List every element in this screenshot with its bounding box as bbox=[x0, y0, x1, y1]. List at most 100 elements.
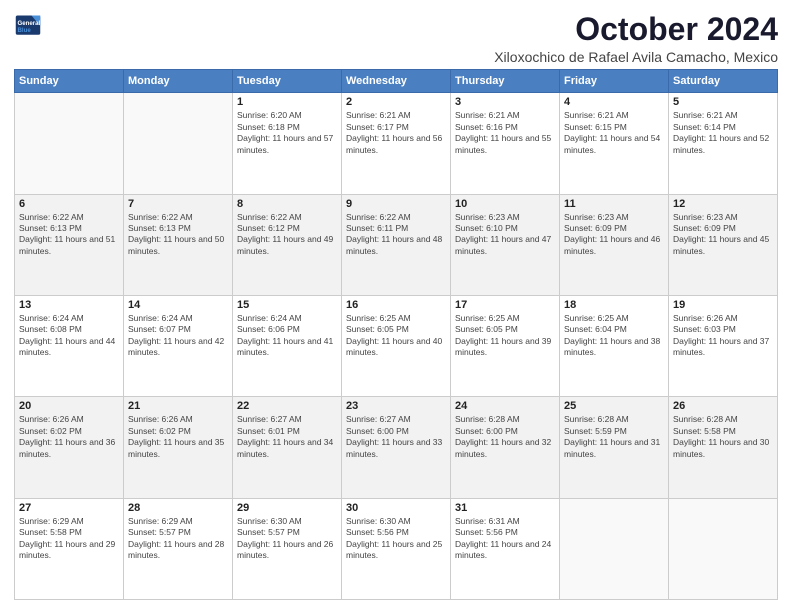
table-row: 14 Sunrise: 6:24 AMSunset: 6:07 PMDayligh… bbox=[124, 295, 233, 396]
location-title: Xiloxochico de Rafael Avila Camacho, Mex… bbox=[494, 49, 778, 65]
day-info: Sunrise: 6:22 AMSunset: 6:13 PMDaylight:… bbox=[19, 212, 119, 258]
table-row bbox=[669, 498, 778, 599]
day-info: Sunrise: 6:20 AMSunset: 6:18 PMDaylight:… bbox=[237, 110, 337, 156]
calendar-week-row: 1 Sunrise: 6:20 AMSunset: 6:18 PMDaylight… bbox=[15, 93, 778, 194]
table-row: 15Sunrise: 6:24 AMSunset: 6:06 PMDayligh… bbox=[233, 295, 342, 396]
table-row: 8 Sunrise: 6:22 AMSunset: 6:12 PMDaylight… bbox=[233, 194, 342, 295]
title-block: October 2024 Xiloxochico de Rafael Avila… bbox=[494, 12, 778, 65]
table-row: 16 Sunrise: 6:25 AMSunset: 6:05 PMDayligh… bbox=[342, 295, 451, 396]
day-number: 24 bbox=[455, 400, 555, 412]
table-row: 17 Sunrise: 6:25 AMSunset: 6:05 PMDayligh… bbox=[451, 295, 560, 396]
calendar-week-row: 13Sunrise: 6:24 AMSunset: 6:08 PMDayligh… bbox=[15, 295, 778, 396]
table-row: 21 Sunrise: 6:26 AMSunset: 6:02 PMDayligh… bbox=[124, 397, 233, 498]
day-info: Sunrise: 6:24 AMSunset: 6:07 PMDaylight:… bbox=[128, 313, 228, 359]
day-info: Sunrise: 6:21 AMSunset: 6:15 PMDaylight:… bbox=[564, 110, 664, 156]
day-info: Sunrise: 6:22 AMSunset: 6:12 PMDaylight:… bbox=[237, 212, 337, 258]
day-info: Sunrise: 6:22 AMSunset: 6:13 PMDaylight:… bbox=[128, 212, 228, 258]
calendar-table: Sunday Monday Tuesday Wednesday Thursday… bbox=[14, 69, 778, 600]
day-number: 7 bbox=[128, 198, 228, 210]
table-row: 30 Sunrise: 6:30 AMSunset: 5:56 PMDayligh… bbox=[342, 498, 451, 599]
table-row: 27Sunrise: 6:29 AMSunset: 5:58 PMDayligh… bbox=[15, 498, 124, 599]
col-sunday: Sunday bbox=[15, 70, 124, 93]
day-info: Sunrise: 6:28 AMSunset: 5:58 PMDaylight:… bbox=[673, 414, 773, 460]
day-info: Sunrise: 6:25 AMSunset: 6:05 PMDaylight:… bbox=[455, 313, 555, 359]
table-row: 9 Sunrise: 6:22 AMSunset: 6:11 PMDaylight… bbox=[342, 194, 451, 295]
calendar-week-row: 20 Sunrise: 6:26 AMSunset: 6:02 PMDayligh… bbox=[15, 397, 778, 498]
table-row: 20 Sunrise: 6:26 AMSunset: 6:02 PMDayligh… bbox=[15, 397, 124, 498]
day-number: 29 bbox=[237, 502, 337, 514]
day-number: 21 bbox=[128, 400, 228, 412]
table-row bbox=[124, 93, 233, 194]
logo: General Blue bbox=[14, 12, 42, 40]
table-row: 5 Sunrise: 6:21 AMSunset: 6:14 PMDaylight… bbox=[669, 93, 778, 194]
day-info: Sunrise: 6:26 AMSunset: 6:03 PMDaylight:… bbox=[673, 313, 773, 359]
day-info: Sunrise: 6:26 AMSunset: 6:02 PMDaylight:… bbox=[128, 414, 228, 460]
day-info: Sunrise: 6:30 AMSunset: 5:56 PMDaylight:… bbox=[346, 516, 446, 562]
table-row bbox=[15, 93, 124, 194]
table-row: 22Sunrise: 6:27 AMSunset: 6:01 PMDayligh… bbox=[233, 397, 342, 498]
day-info: Sunrise: 6:25 AMSunset: 6:04 PMDaylight:… bbox=[564, 313, 664, 359]
table-row: 18 Sunrise: 6:25 AMSunset: 6:04 PMDayligh… bbox=[560, 295, 669, 396]
day-number: 2 bbox=[346, 96, 446, 108]
day-number: 3 bbox=[455, 96, 555, 108]
day-number: 23 bbox=[346, 400, 446, 412]
table-row: 24 Sunrise: 6:28 AMSunset: 6:00 PMDayligh… bbox=[451, 397, 560, 498]
day-info: Sunrise: 6:30 AMSunset: 5:57 PMDaylight:… bbox=[237, 516, 337, 562]
table-row: 12Sunrise: 6:23 AMSunset: 6:09 PMDayligh… bbox=[669, 194, 778, 295]
table-row: 2Sunrise: 6:21 AMSunset: 6:17 PMDaylight… bbox=[342, 93, 451, 194]
day-info: Sunrise: 6:23 AMSunset: 6:09 PMDaylight:… bbox=[673, 212, 773, 258]
day-number: 4 bbox=[564, 96, 664, 108]
day-info: Sunrise: 6:31 AMSunset: 5:56 PMDaylight:… bbox=[455, 516, 555, 562]
table-row: 4 Sunrise: 6:21 AMSunset: 6:15 PMDaylight… bbox=[560, 93, 669, 194]
day-number: 8 bbox=[237, 198, 337, 210]
day-number: 20 bbox=[19, 400, 119, 412]
day-info: Sunrise: 6:28 AMSunset: 6:00 PMDaylight:… bbox=[455, 414, 555, 460]
table-row: 26 Sunrise: 6:28 AMSunset: 5:58 PMDayligh… bbox=[669, 397, 778, 498]
day-number: 1 bbox=[237, 96, 337, 108]
calendar-header-row: Sunday Monday Tuesday Wednesday Thursday… bbox=[15, 70, 778, 93]
day-info: Sunrise: 6:28 AMSunset: 5:59 PMDaylight:… bbox=[564, 414, 664, 460]
table-row: 1 Sunrise: 6:20 AMSunset: 6:18 PMDaylight… bbox=[233, 93, 342, 194]
day-number: 22 bbox=[237, 400, 337, 412]
table-row: 10Sunrise: 6:23 AMSunset: 6:10 PMDayligh… bbox=[451, 194, 560, 295]
page: General Blue October 2024 Xiloxochico de… bbox=[0, 0, 792, 612]
table-row: 6 Sunrise: 6:22 AMSunset: 6:13 PMDaylight… bbox=[15, 194, 124, 295]
table-row: 7 Sunrise: 6:22 AMSunset: 6:13 PMDaylight… bbox=[124, 194, 233, 295]
day-info: Sunrise: 6:24 AMSunset: 6:08 PMDaylight:… bbox=[19, 313, 119, 359]
day-info: Sunrise: 6:26 AMSunset: 6:02 PMDaylight:… bbox=[19, 414, 119, 460]
logo-icon: General Blue bbox=[14, 12, 42, 40]
col-saturday: Saturday bbox=[669, 70, 778, 93]
day-number: 11 bbox=[564, 198, 664, 210]
col-monday: Monday bbox=[124, 70, 233, 93]
day-number: 18 bbox=[564, 299, 664, 311]
table-row: 3Sunrise: 6:21 AMSunset: 6:16 PMDaylight… bbox=[451, 93, 560, 194]
day-number: 26 bbox=[673, 400, 773, 412]
table-row: 29 Sunrise: 6:30 AMSunset: 5:57 PMDayligh… bbox=[233, 498, 342, 599]
day-number: 25 bbox=[564, 400, 664, 412]
col-tuesday: Tuesday bbox=[233, 70, 342, 93]
month-title: October 2024 bbox=[494, 12, 778, 47]
table-row: 19 Sunrise: 6:26 AMSunset: 6:03 PMDayligh… bbox=[669, 295, 778, 396]
day-info: Sunrise: 6:29 AMSunset: 5:58 PMDaylight:… bbox=[19, 516, 119, 562]
day-info: Sunrise: 6:25 AMSunset: 6:05 PMDaylight:… bbox=[346, 313, 446, 359]
day-info: Sunrise: 6:23 AMSunset: 6:09 PMDaylight:… bbox=[564, 212, 664, 258]
day-info: Sunrise: 6:27 AMSunset: 6:00 PMDaylight:… bbox=[346, 414, 446, 460]
day-number: 6 bbox=[19, 198, 119, 210]
day-number: 14 bbox=[128, 299, 228, 311]
day-info: Sunrise: 6:22 AMSunset: 6:11 PMDaylight:… bbox=[346, 212, 446, 258]
day-info: Sunrise: 6:21 AMSunset: 6:14 PMDaylight:… bbox=[673, 110, 773, 156]
day-number: 17 bbox=[455, 299, 555, 311]
col-wednesday: Wednesday bbox=[342, 70, 451, 93]
day-number: 16 bbox=[346, 299, 446, 311]
day-number: 9 bbox=[346, 198, 446, 210]
day-number: 19 bbox=[673, 299, 773, 311]
table-row: 25 Sunrise: 6:28 AMSunset: 5:59 PMDayligh… bbox=[560, 397, 669, 498]
col-friday: Friday bbox=[560, 70, 669, 93]
calendar-week-row: 27Sunrise: 6:29 AMSunset: 5:58 PMDayligh… bbox=[15, 498, 778, 599]
day-number: 30 bbox=[346, 502, 446, 514]
col-thursday: Thursday bbox=[451, 70, 560, 93]
day-number: 5 bbox=[673, 96, 773, 108]
header: General Blue October 2024 Xiloxochico de… bbox=[14, 12, 778, 65]
day-info: Sunrise: 6:29 AMSunset: 5:57 PMDaylight:… bbox=[128, 516, 228, 562]
svg-text:General: General bbox=[18, 20, 41, 27]
